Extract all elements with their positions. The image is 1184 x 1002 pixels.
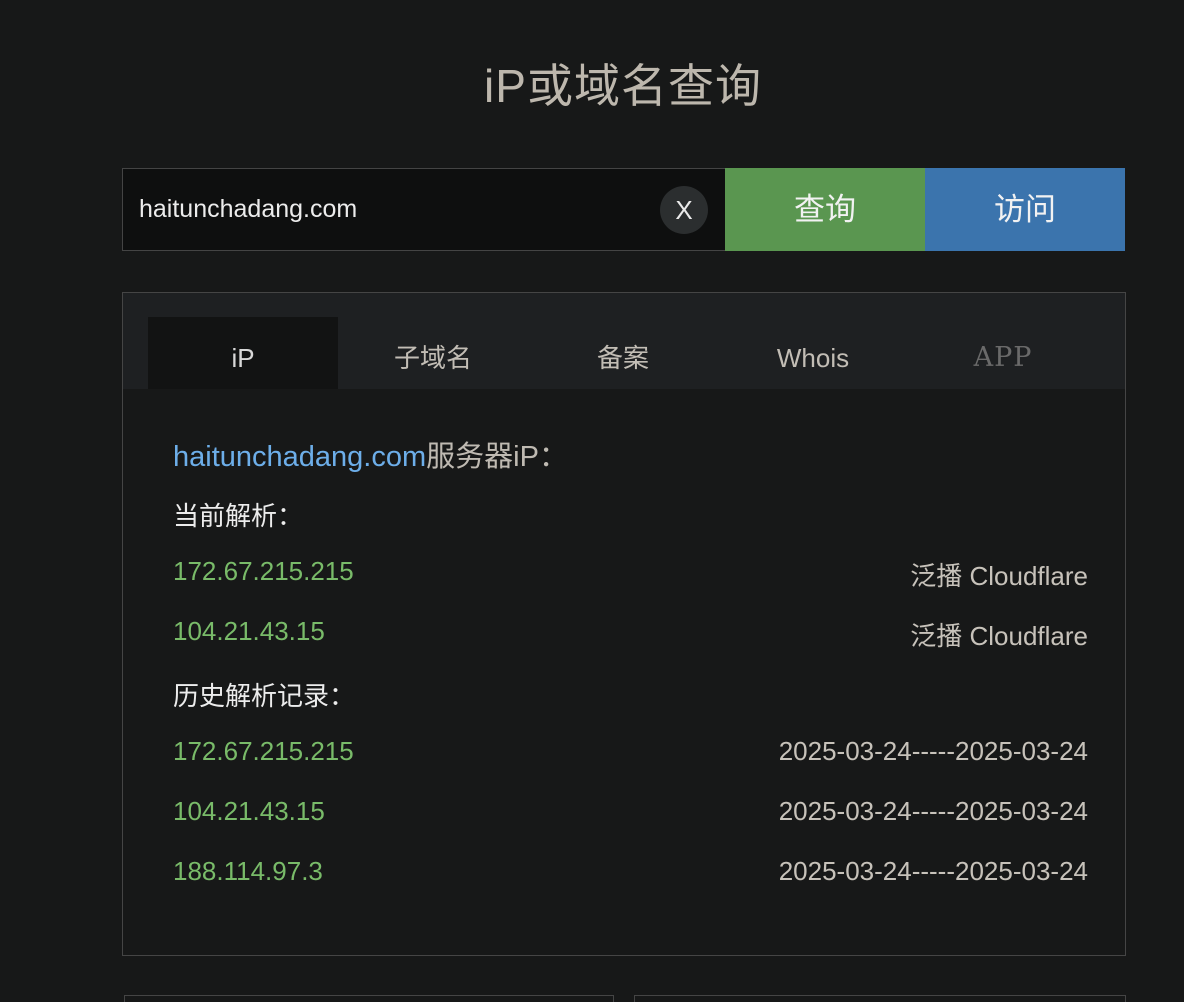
- ip-link[interactable]: 172.67.215.215: [173, 736, 354, 767]
- date-range: 2025-03-24-----2025-03-24: [778, 856, 1088, 886]
- bottom-panel-left: [124, 995, 614, 1002]
- page: iP或域名查询 X 查询 访问 iP 子域名 备案 Whois APP hait…: [0, 0, 1184, 1002]
- bottom-panel-right: [634, 995, 1126, 1002]
- domain-link[interactable]: haitunchadang.com: [173, 441, 426, 473]
- ip-link[interactable]: 188.114.97.3: [173, 856, 323, 887]
- history-row: 188.114.97.3 2025-03-24-----2025-03-24: [173, 856, 1088, 892]
- visit-button[interactable]: 访问: [925, 168, 1125, 251]
- current-row: 104.21.43.15 泛播 Cloudflare: [173, 616, 1088, 652]
- search-bar: X 查询 访问: [122, 168, 1126, 251]
- tab-whois[interactable]: Whois: [718, 317, 908, 389]
- ip-link[interactable]: 104.21.43.15: [173, 796, 325, 827]
- result-heading: haitunchadang.com服务器iP：: [173, 433, 568, 475]
- current-resolution-label: 当前解析：: [173, 501, 304, 531]
- tab-icp[interactable]: 备案: [528, 317, 718, 389]
- history-row: 172.67.215.215 2025-03-24-----2025-03-24: [173, 736, 1088, 772]
- tab-app[interactable]: APP: [908, 317, 1098, 389]
- date-range: 2025-03-24-----2025-03-24: [778, 736, 1088, 766]
- tab-bar: iP 子域名 备案 Whois APP: [123, 293, 1125, 389]
- date-range: 2025-03-24-----2025-03-24: [778, 796, 1088, 826]
- close-icon: X: [675, 195, 693, 225]
- history-label: 历史解析记录：: [173, 681, 356, 711]
- tab-subdomain[interactable]: 子域名: [338, 317, 528, 389]
- clear-button[interactable]: X: [660, 186, 708, 234]
- search-box: X: [122, 168, 725, 251]
- ip-location: 泛播 Cloudflare: [910, 561, 1088, 591]
- results-panel: iP 子域名 备案 Whois APP haitunchadang.com服务器…: [122, 292, 1126, 956]
- history-row: 104.21.43.15 2025-03-24-----2025-03-24: [173, 796, 1088, 832]
- ip-link[interactable]: 104.21.43.15: [173, 616, 325, 647]
- heading-suffix: 服务器iP：: [426, 441, 568, 473]
- search-input[interactable]: [139, 169, 649, 250]
- ip-location: 泛播 Cloudflare: [910, 621, 1088, 651]
- tab-ip[interactable]: iP: [148, 317, 338, 389]
- current-row: 172.67.215.215 泛播 Cloudflare: [173, 556, 1088, 592]
- page-title: iP或域名查询: [484, 60, 762, 112]
- query-button[interactable]: 查询: [725, 168, 925, 251]
- ip-link[interactable]: 172.67.215.215: [173, 556, 354, 587]
